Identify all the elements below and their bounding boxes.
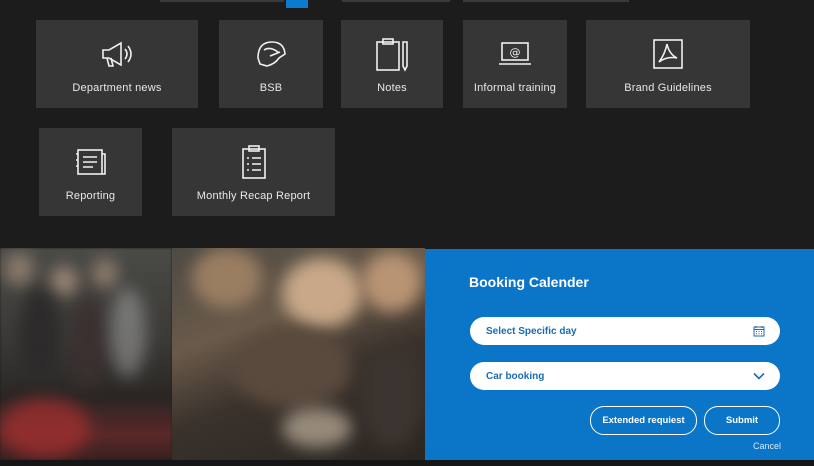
select-day-placeholder: Select Specific day bbox=[486, 325, 577, 337]
booking-calendar-panel: Booking Calender Select Specific day Car… bbox=[425, 249, 814, 460]
crowd-photo bbox=[172, 248, 425, 460]
calendar-icon[interactable] bbox=[752, 324, 766, 338]
submit-button[interactable]: Submit bbox=[704, 406, 780, 435]
pdf-icon bbox=[648, 34, 688, 74]
tile-label: Reporting bbox=[65, 190, 116, 202]
top-divider bbox=[160, 0, 284, 6]
extended-request-button[interactable]: Extended requiest bbox=[590, 406, 697, 435]
tile-label: Monthly Recap Report bbox=[196, 190, 311, 202]
cancel-link[interactable]: Cancel bbox=[753, 441, 781, 451]
tile-label: Notes bbox=[377, 82, 407, 94]
team-photo bbox=[0, 248, 172, 460]
tile-bsb[interactable]: BSB bbox=[219, 20, 323, 108]
megaphone-icon bbox=[97, 34, 137, 74]
tile-notes[interactable]: Notes bbox=[341, 20, 443, 108]
booking-type-value: Car booking bbox=[486, 370, 545, 382]
booking-type-select[interactable]: Car booking bbox=[470, 362, 780, 390]
top-divider bbox=[342, 0, 450, 6]
tile-label: Brand Guidelines bbox=[624, 82, 712, 94]
top-nav-accent-button[interactable] bbox=[286, 0, 308, 8]
clipboard-pen-icon bbox=[372, 34, 412, 74]
tile-department-news[interactable]: Department news bbox=[36, 20, 198, 108]
hero-photo-banner bbox=[0, 248, 425, 460]
tile-label: Informal training bbox=[473, 82, 557, 94]
laptop-at-icon: @ bbox=[495, 34, 535, 74]
checklist-icon bbox=[234, 142, 274, 182]
top-divider bbox=[463, 0, 629, 6]
tile-reporting[interactable]: Reporting bbox=[39, 128, 142, 216]
tile-monthly-recap-report[interactable]: Monthly Recap Report bbox=[172, 128, 335, 216]
report-binder-icon bbox=[71, 142, 111, 182]
tile-informal-training[interactable]: @ Informal training bbox=[463, 20, 567, 108]
tile-label: Department news bbox=[72, 82, 162, 94]
tile-brand-guidelines[interactable]: Brand Guidelines bbox=[586, 20, 750, 108]
tile-label: BSB bbox=[259, 82, 283, 94]
footer-strip bbox=[0, 460, 814, 466]
chevron-down-icon[interactable] bbox=[752, 369, 766, 383]
select-day-field[interactable]: Select Specific day bbox=[470, 317, 780, 345]
svg-text:@: @ bbox=[510, 46, 521, 59]
booking-title: Booking Calender bbox=[469, 274, 589, 290]
helmet-icon bbox=[251, 34, 291, 74]
